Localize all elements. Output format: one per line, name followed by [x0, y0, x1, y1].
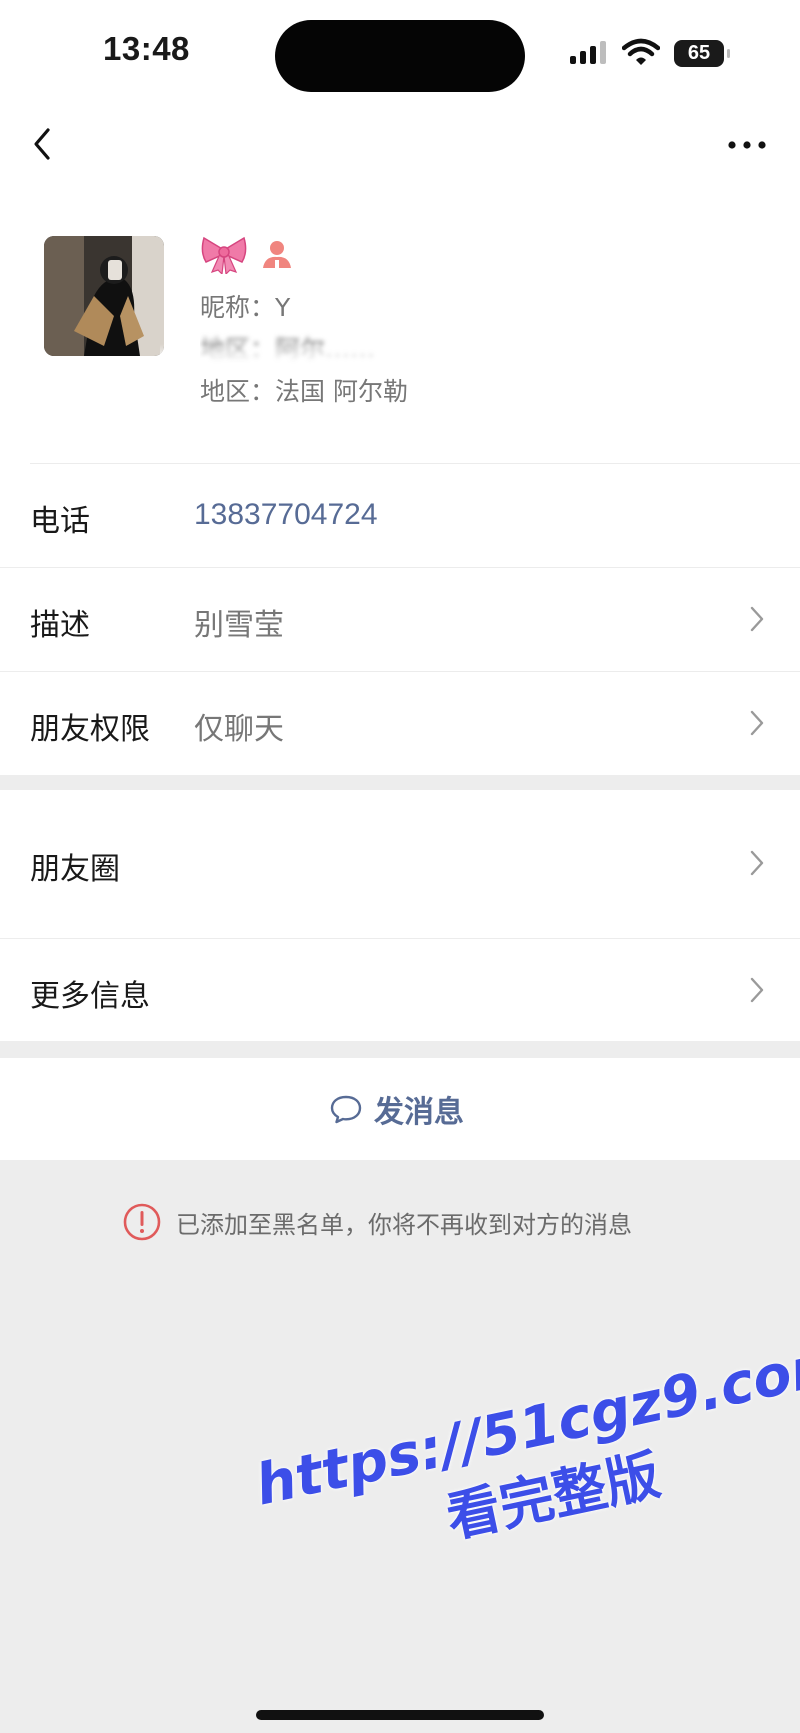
phone-row[interactable]: 电话 13837704724 [0, 464, 800, 567]
watermark: https://51cgz9.com 看完整版 [250, 1329, 800, 1590]
nav-bar [0, 110, 800, 180]
friend-permission-label: 朋友权限 [30, 712, 150, 747]
friend-permission-value: 仅聊天 [194, 712, 284, 747]
chevron-left-icon[interactable] [26, 124, 60, 164]
nickname-text: 昵称：Y [200, 293, 291, 322]
blacklist-notice-text: 已添加至黑名单，你将不再收到对方的消息 [176, 1210, 632, 1239]
status-time: 13:48 [103, 30, 190, 67]
send-message-button[interactable]: 发消息 [0, 1058, 800, 1160]
friend-permission-row[interactable]: 朋友权限 仅聊天 [0, 672, 800, 775]
moments-label: 朋友圈 [30, 852, 120, 887]
status-bar: 13:48 65 [0, 0, 800, 110]
region-text: 地区：法国 阿尔勒 [200, 377, 408, 406]
more-info-label: 更多信息 [30, 979, 150, 1014]
description-label: 描述 [30, 608, 90, 643]
chevron-right-icon [750, 606, 764, 632]
chevron-right-icon [750, 977, 764, 1003]
send-message-content: 发消息 [330, 1088, 464, 1130]
cellular-signal-icon [570, 41, 606, 64]
ellipsis-icon[interactable] [722, 130, 772, 160]
send-message-label: 发消息 [374, 1095, 464, 1130]
battery-indicator: 65 [674, 40, 730, 67]
warning-circle-icon [123, 1203, 161, 1241]
description-row[interactable]: 描述 别雪莹 [0, 568, 800, 671]
more-info-row[interactable]: 更多信息 [0, 939, 800, 1041]
home-indicator [256, 1710, 544, 1720]
moments-row[interactable]: 朋友圈 [0, 790, 800, 938]
phone-label: 电话 [30, 504, 90, 539]
bow-ribbon-icon [201, 236, 247, 276]
blur-overlay [160, 344, 500, 370]
phone-number-link[interactable]: 13837704724 [194, 498, 378, 532]
avatar[interactable] [44, 236, 164, 356]
dynamic-island [275, 20, 525, 92]
description-value: 别雪莹 [194, 608, 284, 643]
blacklist-notice: 已添加至黑名单，你将不再收到对方的消息 [122, 1202, 632, 1242]
chevron-right-icon [750, 710, 764, 736]
chevron-right-icon [750, 850, 764, 876]
badges-row [200, 232, 293, 276]
person-icon [263, 241, 292, 268]
chat-bubble-icon [330, 1095, 362, 1124]
profile-header: 昵称：Y 地区：阿尔…… 地区：法国 阿尔勒 [0, 180, 800, 464]
wifi-icon [622, 38, 660, 65]
